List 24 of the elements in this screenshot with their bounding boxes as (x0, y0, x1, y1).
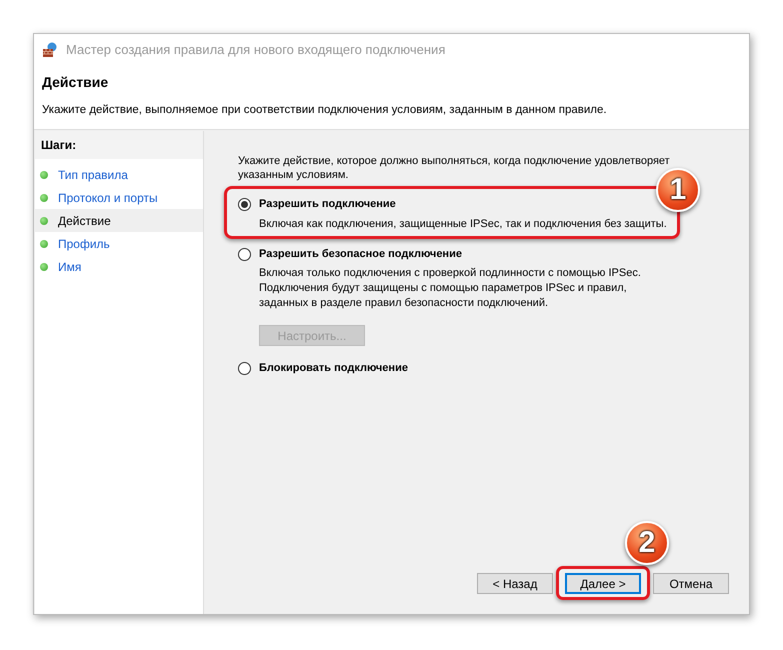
steps-title: Шаги: (35, 131, 203, 160)
radio-button[interactable] (238, 198, 251, 211)
page-subtitle: Укажите действие, выполняемое при соответствии подключения условиям, заданным в данном правиле. (42, 103, 608, 118)
option-label[interactable]: Блокировать подключение (259, 360, 408, 377)
dialog-button[interactable]: Далее > (565, 573, 641, 594)
step-item[interactable]: Действие (35, 209, 203, 232)
option-label[interactable]: Разрешить безопасное подключение (259, 246, 462, 262)
callout-badge: 2 (625, 521, 669, 565)
step-item[interactable]: Имя (35, 255, 203, 278)
window-title: Мастер создания правила для нового входящего подключения (66, 41, 446, 60)
step-item[interactable]: Тип правила (35, 163, 203, 186)
radio-button[interactable] (238, 362, 251, 375)
radio-button[interactable] (238, 248, 251, 260)
option-description: Включая как подключения, защищенные IPSec, так и подключения без защиты. (259, 216, 668, 232)
callout-badge: 1 (656, 168, 700, 212)
firewall-icon (42, 42, 58, 58)
option-description: Подключения будут защищены с помощью параметров IPSec и правил, заданных в разделе правил безопасности подключений. (259, 281, 628, 312)
step-item[interactable]: Профиль (35, 232, 203, 256)
option-description: Включая только подключения с проверкой подлинности с помощью IPSec. (259, 266, 642, 282)
page-title: Действие (42, 73, 110, 92)
step-item[interactable]: Протокол и порты (35, 186, 203, 210)
dialog-button[interactable]: Отмена (653, 573, 729, 594)
dialog-button[interactable]: < Назад (477, 573, 553, 594)
option-label[interactable]: Разрешить подключение (259, 196, 396, 213)
